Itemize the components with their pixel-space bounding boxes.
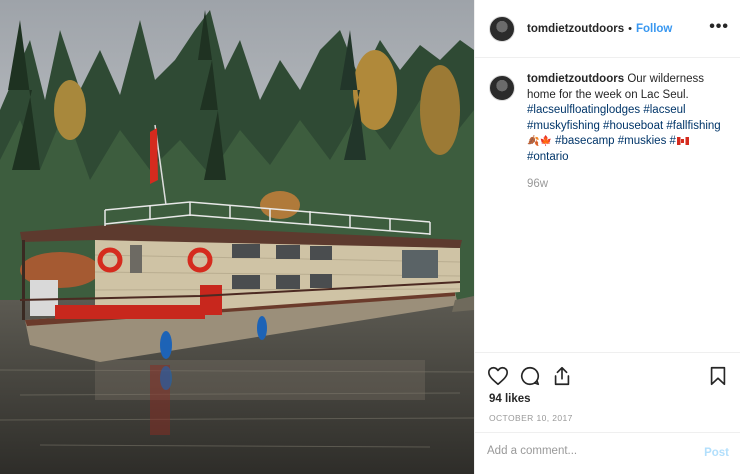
comment-icon[interactable] (519, 365, 541, 387)
post-comment-button[interactable]: Post (704, 447, 729, 459)
caption-username[interactable]: tomdietzoutdoors (527, 73, 624, 85)
bookmark-icon[interactable] (707, 365, 729, 387)
houseboat-photo (0, 0, 474, 474)
hashtags-line-2[interactable]: #muskyfishing #houseboat #fallfishing (527, 120, 721, 132)
hashtags-line-1[interactable]: #lacseulfloatinglodges #lacseul (527, 104, 686, 116)
post-header: tomdietzoutdoors • Follow ••• (475, 0, 740, 58)
comment-input[interactable] (487, 445, 687, 457)
comment-box: Post (475, 432, 740, 474)
more-options-icon[interactable]: ••• (709, 19, 729, 35)
post-details-panel: tomdietzoutdoors • Follow ••• tomdietzou… (474, 0, 740, 474)
likes-count[interactable]: 94 likes (489, 393, 531, 405)
caption-avatar[interactable] (489, 75, 515, 101)
hashtags-line-4[interactable]: #ontario (527, 151, 569, 163)
post-photo[interactable] (0, 0, 474, 474)
relative-timestamp[interactable]: 96w (527, 177, 733, 193)
heart-icon[interactable] (487, 365, 509, 387)
leaves-emoji-icon: 🍂🍁 (527, 136, 552, 147)
caption: tomdietzoutdoors Our wilderness home for… (489, 72, 733, 193)
follow-button[interactable]: Follow (636, 23, 672, 35)
caption-body: tomdietzoutdoors Our wilderness home for… (527, 72, 733, 193)
canada-flag-icon (676, 137, 689, 145)
hashtags-line-3[interactable]: #basecamp #muskies # (555, 135, 676, 147)
share-icon[interactable] (551, 365, 573, 387)
header-username[interactable]: tomdietzoutdoors (527, 23, 624, 35)
avatar[interactable] (489, 15, 515, 42)
post-date: OCTOBER 10, 2017 (489, 413, 573, 423)
separator-dot: • (628, 22, 632, 35)
